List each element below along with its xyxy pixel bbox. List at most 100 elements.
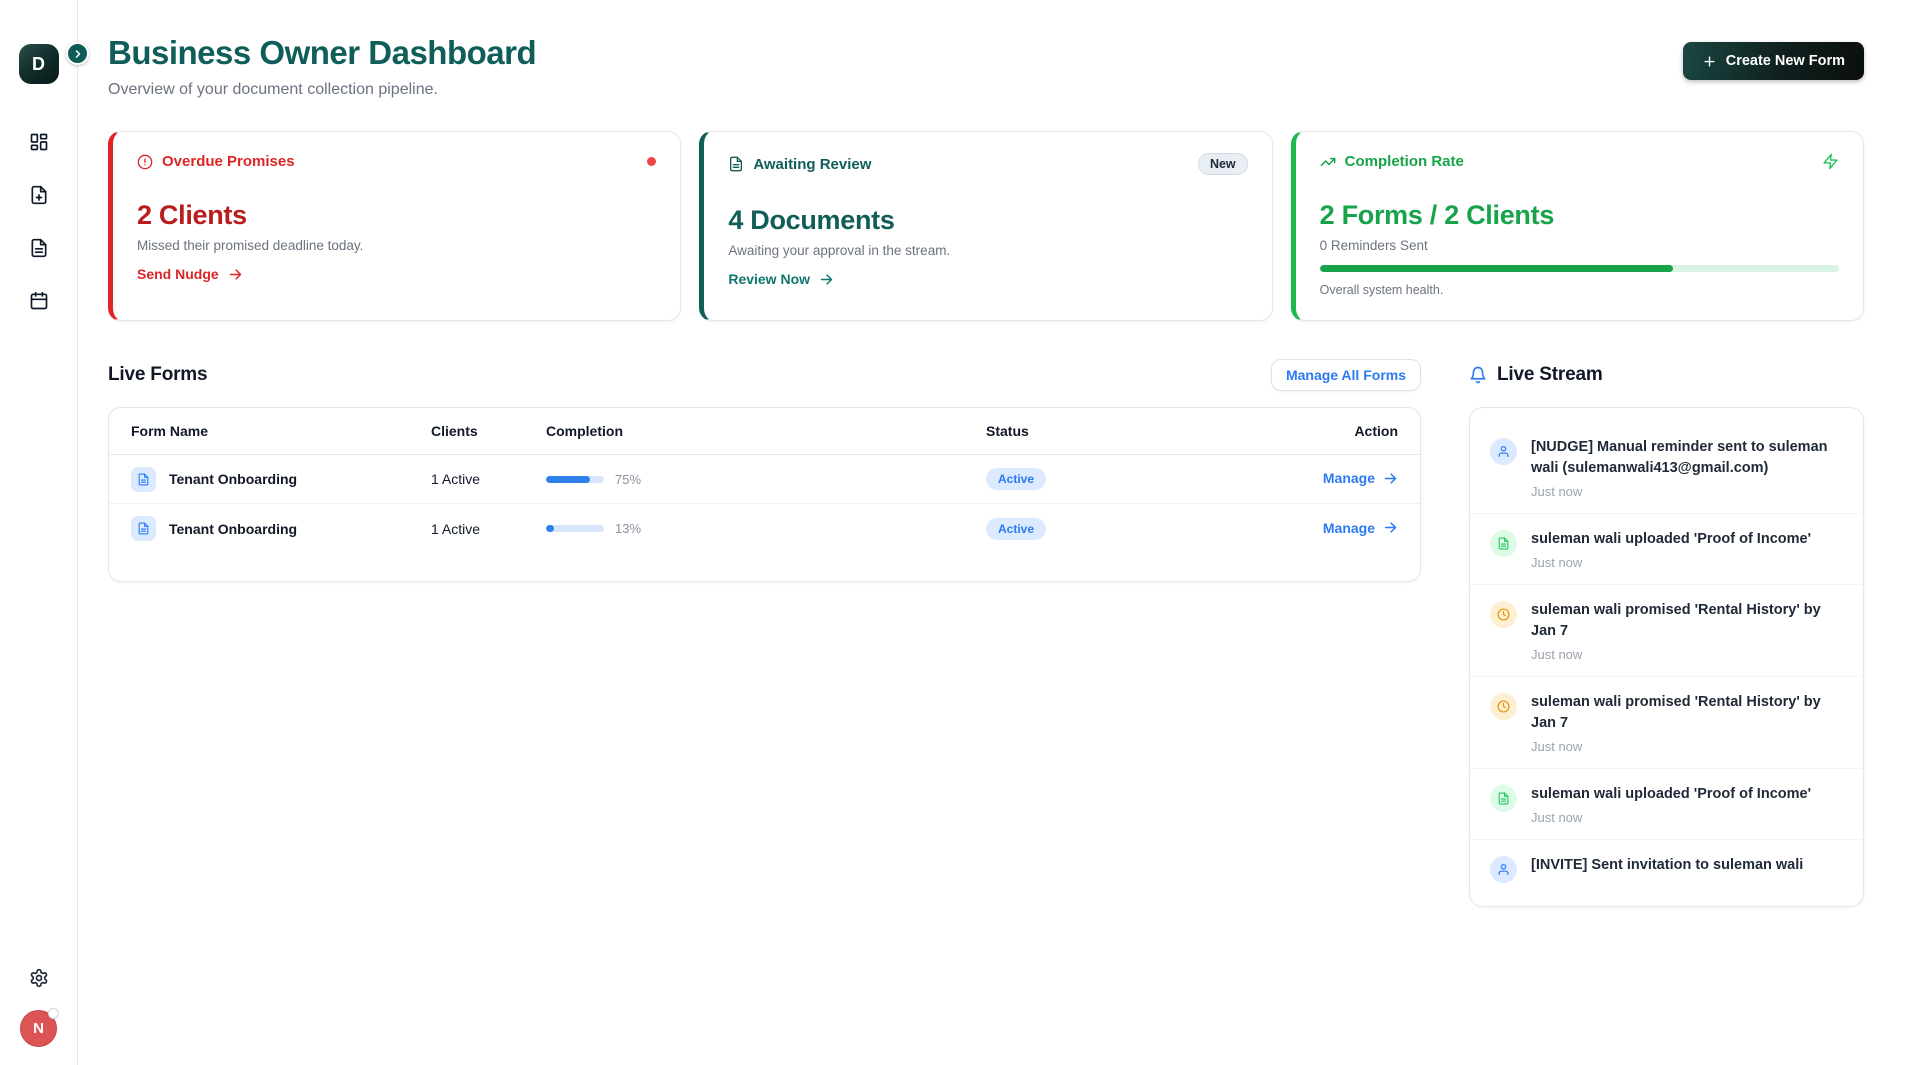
user-icon <box>1490 438 1517 465</box>
send-nudge-label: Send Nudge <box>137 266 219 282</box>
form-name-cell: Tenant Onboarding <box>131 467 431 492</box>
sections-row: Live Forms Manage All Forms Form Name Cl… <box>108 359 1864 907</box>
status-cell: Active <box>986 468 1286 490</box>
stream-item: suleman wali uploaded 'Proof of Income' … <box>1470 513 1863 584</box>
completion-cell: 13% <box>546 521 986 536</box>
clients-cell: 1 Active <box>431 521 546 537</box>
manage-label: Manage <box>1323 520 1375 536</box>
stream-item: [NUDGE] Manual reminder sent to suleman … <box>1470 422 1863 513</box>
stat-card-completion-rate: Completion Rate 2 Forms / 2 Clients 0 Re… <box>1291 131 1864 321</box>
action-cell: Manage <box>1286 470 1398 488</box>
manage-button[interactable]: Manage <box>1323 470 1398 486</box>
user-avatar[interactable]: N <box>20 1010 57 1047</box>
send-nudge-button[interactable]: Send Nudge <box>137 266 243 282</box>
stream-item-text: [INVITE] Sent invitation to suleman wali <box>1531 855 1841 876</box>
stream-item-body: [INVITE] Sent invitation to suleman wali <box>1531 855 1841 883</box>
stat-description: Missed their promised deadline today. <box>137 238 656 253</box>
stream-item-body: suleman wali promised 'Rental History' b… <box>1531 600 1841 662</box>
stat-value: 4 Documents <box>728 205 1247 236</box>
table-header-row: Form Name Clients Completion Status Acti… <box>109 408 1420 455</box>
form-doc-icon <box>131 516 156 541</box>
calendar-icon[interactable] <box>29 291 49 311</box>
stat-value: 2 Clients <box>137 200 656 231</box>
completion-cell: 75% <box>546 472 986 487</box>
column-header-completion: Completion <box>546 423 986 439</box>
create-new-form-label: Create New Form <box>1726 53 1845 69</box>
form-name: Tenant Onboarding <box>169 471 297 487</box>
stat-card-title: Overdue Promises <box>162 153 295 170</box>
health-progress-track <box>1320 265 1839 272</box>
status-cell: Active <box>986 518 1286 540</box>
action-cell: Manage <box>1286 520 1398 538</box>
user-avatar-letter: N <box>33 1020 44 1037</box>
column-header-form-name: Form Name <box>131 423 431 439</box>
live-stream-panel: [NUDGE] Manual reminder sent to suleman … <box>1469 407 1864 907</box>
stat-card-header: Completion Rate <box>1320 153 1839 170</box>
user-icon <box>1490 856 1517 883</box>
manage-all-forms-button[interactable]: Manage All Forms <box>1271 359 1421 391</box>
sidebar-expand-button[interactable] <box>66 42 89 65</box>
review-now-button[interactable]: Review Now <box>728 271 834 287</box>
live-forms-header: Live Forms Manage All Forms <box>108 359 1421 391</box>
stat-card-awaiting-review: Awaiting Review New 4 Documents Awaiting… <box>699 131 1272 321</box>
column-header-status: Status <box>986 423 1286 439</box>
stream-item: [INVITE] Sent invitation to suleman wali <box>1470 839 1863 897</box>
clients-cell: 1 Active <box>431 471 546 487</box>
live-stream-section: Live Stream [NUDGE] Manual reminder sent… <box>1469 359 1864 907</box>
completion-track <box>546 476 604 483</box>
live-stream-header: Live Stream <box>1469 359 1864 391</box>
live-forms-title: Live Forms <box>108 364 207 386</box>
stream-item-time: Just now <box>1531 647 1841 662</box>
new-badge: New <box>1198 153 1248 175</box>
status-badge: Active <box>986 468 1046 490</box>
stat-card-title: Completion Rate <box>1345 153 1464 170</box>
health-footer-text: Overall system health. <box>1320 283 1839 297</box>
stat-card-title: Awaiting Review <box>753 156 871 173</box>
page-subtitle: Overview of your document collection pip… <box>108 81 536 99</box>
create-new-form-button[interactable]: Create New Form <box>1683 42 1864 80</box>
form-doc-icon <box>131 467 156 492</box>
file-text-icon[interactable] <box>29 238 49 258</box>
stat-description: Awaiting your approval in the stream. <box>728 243 1247 258</box>
table-row: Tenant Onboarding 1 Active 13% Active Ma… <box>109 504 1420 553</box>
stream-item-text: suleman wali promised 'Rental History' b… <box>1531 600 1841 642</box>
stream-item-text: [NUDGE] Manual reminder sent to suleman … <box>1531 437 1841 479</box>
table-row: Tenant Onboarding 1 Active 75% Active Ma… <box>109 455 1420 504</box>
manage-button[interactable]: Manage <box>1323 520 1398 536</box>
zap-icon <box>1822 153 1839 170</box>
form-name-cell: Tenant Onboarding <box>131 516 431 541</box>
stream-item: suleman wali uploaded 'Proof of Income' … <box>1470 768 1863 839</box>
stream-item: suleman wali promised 'Rental History' b… <box>1470 584 1863 676</box>
stream-item-time: Just now <box>1531 555 1841 570</box>
arrow-right-icon <box>1383 471 1398 486</box>
gear-icon[interactable] <box>29 968 49 988</box>
completion-percent-label: 75% <box>615 472 641 487</box>
live-forms-table: Form Name Clients Completion Status Acti… <box>108 407 1421 582</box>
dashboard-grid-icon[interactable] <box>29 132 49 152</box>
arrow-right-icon <box>228 267 243 282</box>
completion-fill <box>546 476 590 483</box>
red-alert-dot <box>647 157 656 166</box>
form-name: Tenant Onboarding <box>169 521 297 537</box>
status-badge: Active <box>986 518 1046 540</box>
file-text-icon <box>1490 530 1517 557</box>
stat-card-header: Overdue Promises <box>137 153 656 170</box>
file-plus-icon[interactable] <box>29 185 49 205</box>
alert-circle-icon <box>137 154 153 170</box>
stream-item-text: suleman wali promised 'Rental History' b… <box>1531 692 1841 734</box>
stat-description: 0 Reminders Sent <box>1320 238 1839 253</box>
workspace-avatar[interactable]: D <box>19 44 59 84</box>
stream-item-body: suleman wali uploaded 'Proof of Income' … <box>1531 784 1841 825</box>
live-forms-rows: Tenant Onboarding 1 Active 75% Active Ma… <box>109 455 1420 553</box>
live-stream-title: Live Stream <box>1497 364 1603 386</box>
stats-row: Overdue Promises 2 Clients Missed their … <box>108 131 1864 321</box>
stream-item-time: Just now <box>1531 739 1841 754</box>
page-header-text: Business Owner Dashboard Overview of you… <box>108 34 536 99</box>
stream-item-body: suleman wali uploaded 'Proof of Income' … <box>1531 529 1841 570</box>
stream-item-text: suleman wali uploaded 'Proof of Income' <box>1531 529 1841 550</box>
live-forms-section: Live Forms Manage All Forms Form Name Cl… <box>108 359 1421 907</box>
stat-card-header: Awaiting Review New <box>728 153 1247 175</box>
file-text-icon <box>728 156 744 172</box>
chevron-right-icon <box>72 48 84 60</box>
stream-item-time: Just now <box>1531 810 1841 825</box>
